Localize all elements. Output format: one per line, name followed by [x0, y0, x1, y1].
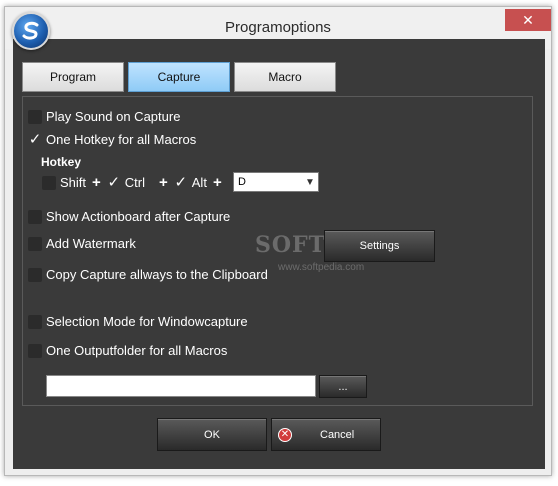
- one-hotkey-checkbox[interactable]: ✓: [28, 132, 42, 147]
- output-folder-input[interactable]: [46, 375, 316, 397]
- softpedia-url-watermark: www.softpedia.com: [278, 262, 365, 273]
- plus-sign: +: [159, 174, 168, 191]
- hotkey-key-select[interactable]: D ▼: [233, 172, 319, 192]
- play-sound-label: Play Sound on Capture: [46, 109, 181, 124]
- ok-button[interactable]: OK: [157, 418, 267, 451]
- cancel-label: Cancel: [320, 428, 355, 441]
- show-actionboard-checkbox[interactable]: [28, 209, 42, 224]
- show-actionboard-option[interactable]: Show Actionboard after Capture: [28, 209, 230, 224]
- copy-clipboard-option[interactable]: Copy Capture allways to the Clipboard: [28, 267, 268, 282]
- one-outputfolder-label: One Outputfolder for all Macros: [46, 343, 228, 358]
- add-watermark-checkbox[interactable]: [28, 236, 42, 251]
- plus-sign: +: [212, 174, 222, 191]
- window-title: Programoptions: [225, 19, 331, 36]
- hotkey-heading: Hotkey: [41, 155, 82, 169]
- play-sound-checkbox[interactable]: [28, 109, 42, 124]
- add-watermark-label: Add Watermark: [46, 236, 136, 251]
- selection-mode-option[interactable]: Selection Mode for Windowcapture: [28, 314, 248, 329]
- shift-label: Shift: [60, 175, 87, 190]
- play-sound-option[interactable]: Play Sound on Capture: [28, 109, 180, 124]
- ctrl-checkbox[interactable]: ✓: [107, 175, 121, 190]
- s-logo-icon: [22, 21, 39, 40]
- show-actionboard-label: Show Actionboard after Capture: [46, 209, 231, 224]
- plus-sign: +: [92, 174, 101, 191]
- selection-mode-checkbox[interactable]: [28, 314, 42, 329]
- chevron-down-icon[interactable]: ▼: [302, 177, 318, 188]
- cancel-button[interactable]: ✕ Cancel: [271, 418, 381, 451]
- one-hotkey-option[interactable]: ✓ One Hotkey for all Macros: [28, 132, 197, 147]
- one-outputfolder-option[interactable]: One Outputfolder for all Macros: [28, 343, 227, 358]
- shift-checkbox[interactable]: [42, 175, 56, 190]
- ctrl-label: Ctrl: [124, 175, 145, 190]
- browse-button[interactable]: ...: [319, 375, 367, 398]
- copy-clipboard-label: Copy Capture allways to the Clipboard: [46, 267, 268, 282]
- hotkey-row: Shift + ✓ Ctrl + ✓ Alt +: [42, 174, 228, 191]
- one-outputfolder-checkbox[interactable]: [28, 343, 42, 358]
- cancel-icon: ✕: [278, 427, 292, 442]
- one-hotkey-label: One Hotkey for all Macros: [46, 132, 197, 147]
- alt-checkbox[interactable]: ✓: [174, 175, 188, 190]
- tab-program[interactable]: Program: [22, 62, 124, 92]
- hotkey-key-value: D: [238, 176, 246, 188]
- add-watermark-option[interactable]: Add Watermark: [28, 236, 136, 251]
- close-button[interactable]: ✕: [505, 9, 551, 31]
- copy-clipboard-checkbox[interactable]: [28, 267, 42, 282]
- tab-capture[interactable]: Capture: [128, 62, 230, 92]
- alt-label: Alt: [191, 175, 207, 190]
- app-logo-icon: [12, 12, 50, 50]
- selection-mode-label: Selection Mode for Windowcapture: [46, 314, 248, 329]
- tab-macro[interactable]: Macro: [234, 62, 336, 92]
- settings-button[interactable]: Settings: [324, 230, 435, 262]
